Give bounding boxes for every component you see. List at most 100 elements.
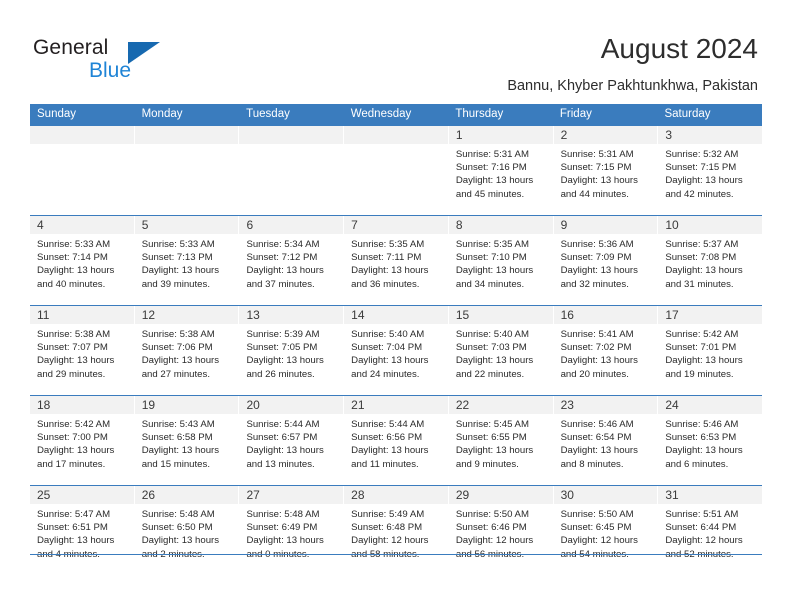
weekday-header-friday: Friday: [559, 108, 592, 120]
day-cell[interactable]: 5 Sunrise: 5:33 AM Sunset: 7:13 PM Dayli…: [134, 216, 240, 305]
day-number-band: 12: [134, 306, 239, 324]
daylight-text-line2: and 34 minutes.: [455, 278, 525, 290]
daylight-text-line2: and 20 minutes.: [560, 368, 629, 380]
day-number: 25: [37, 488, 51, 502]
day-cell[interactable]: 7 Sunrise: 5:35 AM Sunset: 7:11 PM Dayli…: [344, 216, 449, 305]
weekday-header-monday: Monday: [141, 108, 183, 120]
daylight-text-line2: and 36 minutes.: [351, 278, 420, 290]
day-cell[interactable]: 14 Sunrise: 5:40 AM Sunset: 7:04 PM Dayl…: [344, 306, 449, 395]
daylight-text-line1: Daylight: 13 hours: [351, 355, 429, 367]
day-info: Sunrise: 5:40 AM Sunset: 7:04 PM Dayligh…: [344, 324, 448, 381]
day-cell[interactable]: [344, 126, 449, 215]
day-cell[interactable]: 3 Sunrise: 5:32 AM Sunset: 7:15 PM Dayli…: [658, 126, 763, 215]
day-info: Sunrise: 5:50 AM Sunset: 6:45 PM Dayligh…: [554, 504, 658, 561]
sunrise-text: Sunrise: 5:45 AM: [455, 419, 529, 430]
day-info: Sunrise: 5:37 AM Sunset: 7:08 PM Dayligh…: [658, 234, 762, 291]
sunset-text: Sunset: 7:00 PM: [37, 432, 108, 444]
sunrise-text: Sunrise: 5:39 AM: [246, 329, 320, 340]
day-cell[interactable]: 6 Sunrise: 5:34 AM Sunset: 7:12 PM Dayli…: [239, 216, 345, 305]
daylight-text-line2: and 22 minutes.: [455, 368, 525, 380]
day-number: 28: [351, 488, 365, 502]
day-number: 21: [351, 398, 365, 412]
day-cell[interactable]: 13 Sunrise: 5:39 AM Sunset: 7:05 PM Dayl…: [239, 306, 345, 395]
logo-triangle-icon: [128, 42, 160, 64]
day-number: 2: [560, 128, 568, 142]
day-cell[interactable]: 2 Sunrise: 5:31 AM Sunset: 7:15 PM Dayli…: [553, 126, 659, 215]
daylight-text-line2: and 24 minutes.: [351, 368, 420, 380]
day-cell[interactable]: 4 Sunrise: 5:33 AM Sunset: 7:14 PM Dayli…: [30, 216, 135, 305]
sunrise-text: Sunrise: 5:50 AM: [455, 509, 529, 520]
day-cell[interactable]: [134, 126, 240, 215]
page-subtitle-location: Bannu, Khyber Pakhtunkhwa, Pakistan: [507, 78, 758, 94]
day-info: Sunrise: 5:48 AM Sunset: 6:49 PM Dayligh…: [239, 504, 343, 561]
sunrise-text: Sunrise: 5:42 AM: [665, 329, 739, 340]
day-cell[interactable]: 29 Sunrise: 5:50 AM Sunset: 6:46 PM Dayl…: [448, 486, 554, 575]
day-cell[interactable]: 15 Sunrise: 5:40 AM Sunset: 7:03 PM Dayl…: [448, 306, 554, 395]
day-number: 9: [560, 218, 568, 232]
day-number-band: 14: [344, 306, 448, 324]
day-cell[interactable]: 21 Sunrise: 5:44 AM Sunset: 6:56 PM Dayl…: [344, 396, 449, 485]
day-cell[interactable]: 8 Sunrise: 5:35 AM Sunset: 7:10 PM Dayli…: [448, 216, 554, 305]
day-number: 7: [351, 218, 358, 232]
daylight-text-line2: and 31 minutes.: [665, 278, 734, 290]
day-cell[interactable]: 26 Sunrise: 5:48 AM Sunset: 6:50 PM Dayl…: [134, 486, 240, 575]
daylight-text-line2: and 19 minutes.: [665, 368, 734, 380]
day-info: Sunrise: 5:44 AM Sunset: 6:57 PM Dayligh…: [239, 414, 343, 471]
day-cell[interactable]: 24 Sunrise: 5:46 AM Sunset: 6:53 PM Dayl…: [658, 396, 763, 485]
sunrise-text: Sunrise: 5:50 AM: [560, 509, 634, 520]
daylight-text-line1: Daylight: 13 hours: [560, 355, 638, 367]
day-info: Sunrise: 5:42 AM Sunset: 7:00 PM Dayligh…: [30, 414, 134, 471]
day-number-band: 16: [553, 306, 658, 324]
day-number: 19: [141, 398, 156, 412]
day-cell[interactable]: [239, 126, 345, 215]
weekday-header-thursday: Thursday: [455, 108, 504, 120]
sunset-text: Sunset: 6:50 PM: [141, 522, 213, 534]
day-cell[interactable]: 22 Sunrise: 5:45 AM Sunset: 6:55 PM Dayl…: [448, 396, 554, 485]
sunset-text: Sunset: 7:10 PM: [455, 252, 527, 264]
day-cell[interactable]: 17 Sunrise: 5:42 AM Sunset: 7:01 PM Dayl…: [658, 306, 763, 395]
day-cell[interactable]: 27 Sunrise: 5:48 AM Sunset: 6:49 PM Dayl…: [239, 486, 345, 575]
daylight-text-line1: Daylight: 13 hours: [141, 535, 220, 547]
day-number-band: [30, 126, 134, 144]
sunset-text: Sunset: 6:48 PM: [351, 522, 423, 534]
general-blue-logo[interactable]: General Blue: [33, 36, 213, 86]
calendar-bottom-rule: [30, 554, 762, 555]
logo-blue-text: Blue: [89, 59, 132, 82]
day-cell[interactable]: 1 Sunrise: 5:31 AM Sunset: 7:16 PM Dayli…: [448, 126, 554, 215]
day-cell[interactable]: 19 Sunrise: 5:43 AM Sunset: 6:58 PM Dayl…: [134, 396, 240, 485]
day-cell[interactable]: 25 Sunrise: 5:47 AM Sunset: 6:51 PM Dayl…: [30, 486, 135, 575]
day-cell[interactable]: 23 Sunrise: 5:46 AM Sunset: 6:54 PM Dayl…: [553, 396, 659, 485]
day-number: 30: [560, 488, 574, 502]
day-number-band: 8: [448, 216, 553, 234]
day-cell[interactable]: 11 Sunrise: 5:38 AM Sunset: 7:07 PM Dayl…: [30, 306, 135, 395]
sunset-text: Sunset: 7:14 PM: [37, 252, 108, 264]
sunrise-text: Sunrise: 5:38 AM: [141, 329, 215, 340]
day-cell[interactable]: [30, 126, 135, 215]
day-number-band: 18: [30, 396, 134, 414]
day-cell[interactable]: 10 Sunrise: 5:37 AM Sunset: 7:08 PM Dayl…: [658, 216, 763, 305]
day-cell[interactable]: 31 Sunrise: 5:51 AM Sunset: 6:44 PM Dayl…: [658, 486, 763, 575]
day-cell[interactable]: 20 Sunrise: 5:44 AM Sunset: 6:57 PM Dayl…: [239, 396, 345, 485]
day-cell[interactable]: 9 Sunrise: 5:36 AM Sunset: 7:09 PM Dayli…: [553, 216, 659, 305]
day-number: 27: [246, 488, 260, 502]
day-number: 3: [665, 128, 672, 142]
daylight-text-line2: and 32 minutes.: [560, 278, 629, 290]
daylight-text-line2: and 26 minutes.: [246, 368, 315, 380]
sunrise-text: Sunrise: 5:36 AM: [560, 239, 634, 250]
sunrise-text: Sunrise: 5:32 AM: [665, 149, 739, 160]
day-cell[interactable]: 12 Sunrise: 5:38 AM Sunset: 7:06 PM Dayl…: [134, 306, 240, 395]
day-cell[interactable]: 16 Sunrise: 5:41 AM Sunset: 7:02 PM Dayl…: [553, 306, 659, 395]
sunrise-text: Sunrise: 5:33 AM: [141, 239, 215, 250]
day-info: Sunrise: 5:35 AM Sunset: 7:10 PM Dayligh…: [449, 234, 553, 291]
sunset-text: Sunset: 6:53 PM: [665, 432, 737, 444]
day-number-band: 15: [448, 306, 553, 324]
day-number: 11: [37, 308, 50, 322]
day-cell[interactable]: 18 Sunrise: 5:42 AM Sunset: 7:00 PM Dayl…: [30, 396, 135, 485]
sunrise-text: Sunrise: 5:46 AM: [665, 419, 739, 430]
daylight-text-line1: Daylight: 13 hours: [665, 175, 743, 187]
sunrise-text: Sunrise: 5:48 AM: [141, 509, 215, 520]
day-cell[interactable]: 30 Sunrise: 5:50 AM Sunset: 6:45 PM Dayl…: [553, 486, 659, 575]
sunset-text: Sunset: 7:13 PM: [141, 252, 213, 264]
daylight-text-line1: Daylight: 12 hours: [455, 535, 534, 547]
day-cell[interactable]: 28 Sunrise: 5:49 AM Sunset: 6:48 PM Dayl…: [344, 486, 449, 575]
